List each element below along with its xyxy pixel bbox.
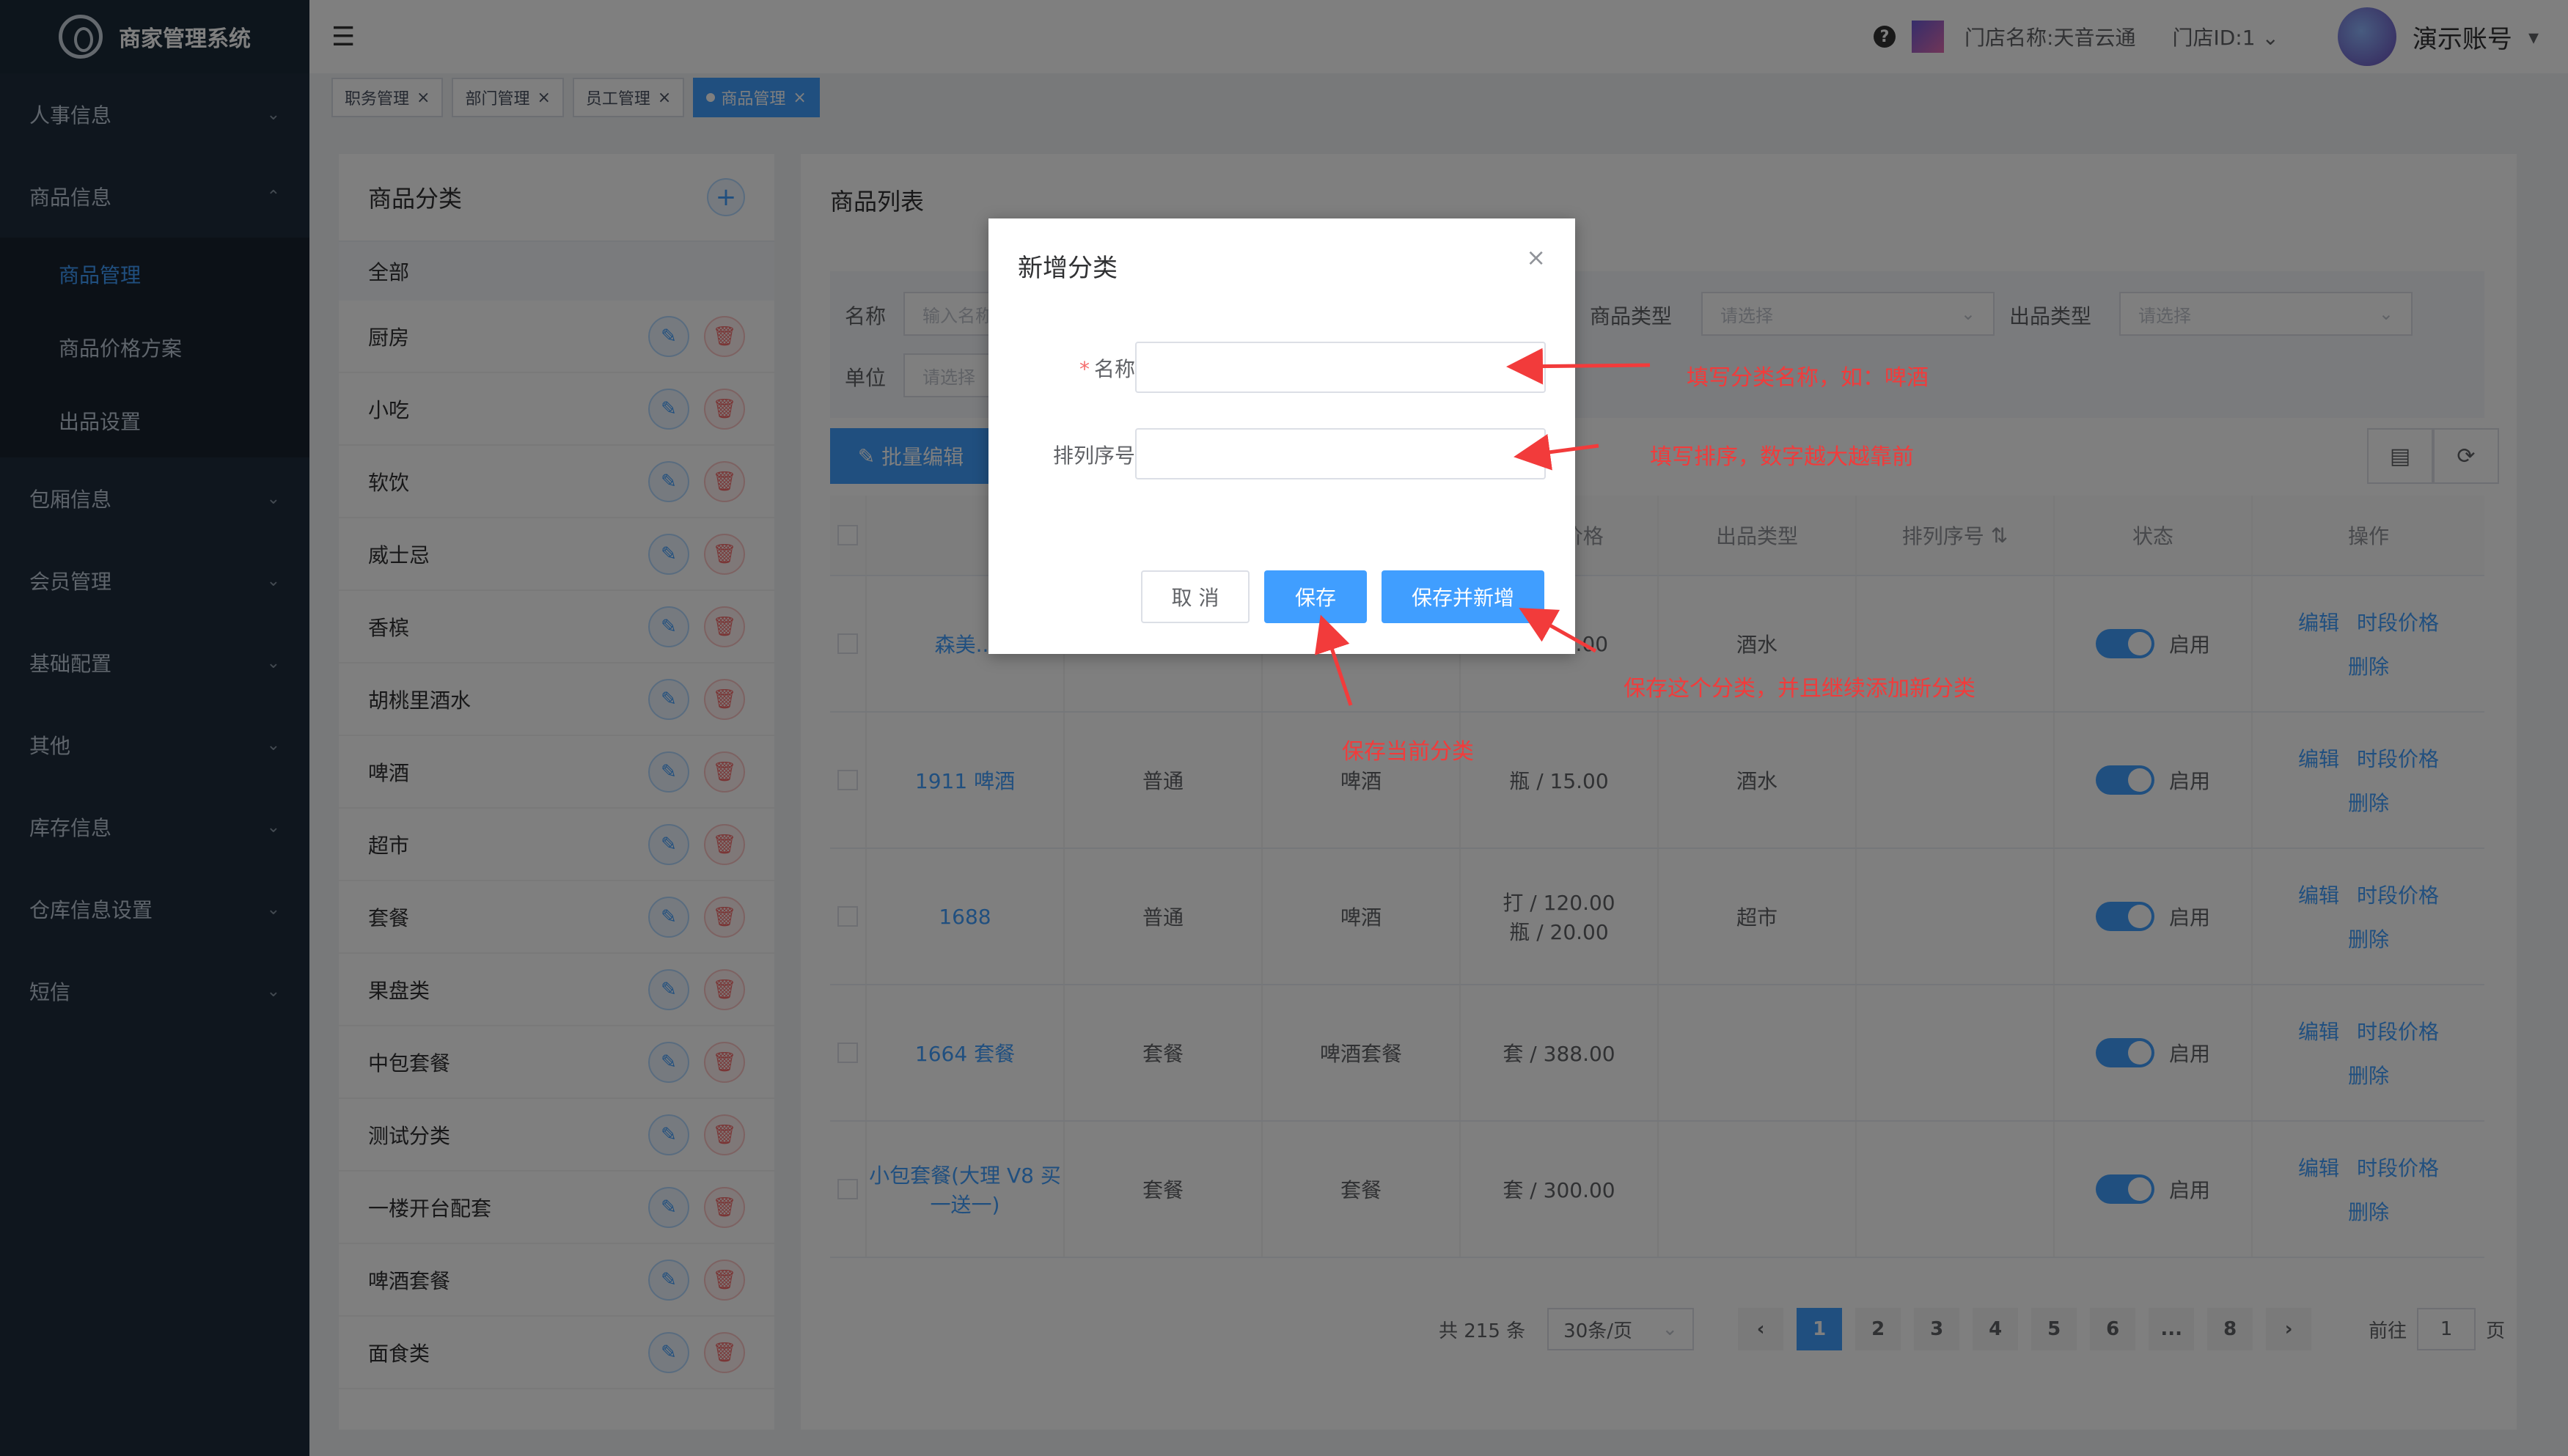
arrow-to-sort-input [1514,433,1599,471]
arrow-to-save-new [1519,608,1597,653]
arrow-to-save [1314,614,1353,706]
annotation-arrows [1314,348,1651,706]
arrow-to-name-input [1506,348,1651,385]
